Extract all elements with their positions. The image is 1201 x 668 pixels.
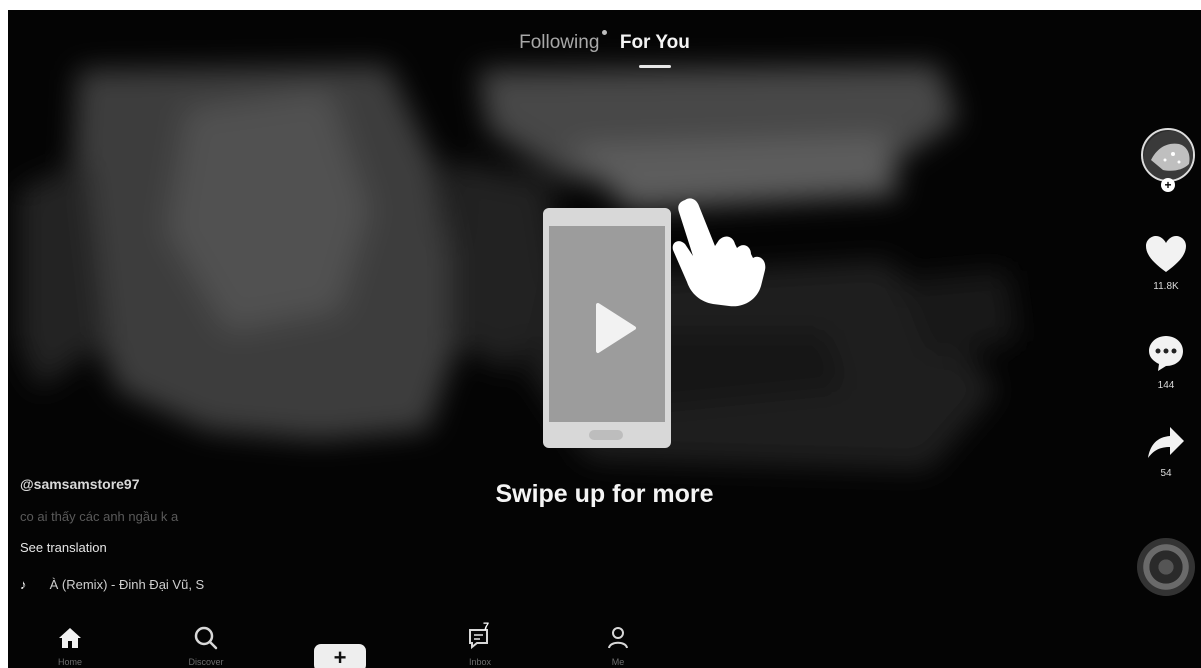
comment-icon <box>1149 336 1183 371</box>
creator-avatar[interactable] <box>1141 128 1195 182</box>
bottom-nav: Home Discover + 7 Inbox Me <box>8 616 668 668</box>
nav-inbox[interactable]: 7 Inbox <box>450 621 510 667</box>
comment-button[interactable]: 144 <box>1131 333 1201 391</box>
home-icon <box>59 628 81 648</box>
nav-home-label: Home <box>57 657 82 667</box>
music-disc-icon[interactable] <box>1137 538 1195 596</box>
search-icon <box>194 626 218 650</box>
swipe-up-instruction: Swipe up for more <box>495 480 714 508</box>
tab-following-label: Following <box>519 32 600 53</box>
hand-pointer-icon <box>672 198 766 307</box>
play-icon <box>596 303 636 353</box>
tab-for-you-label: For You <box>619 32 690 53</box>
comment-count: 144 <box>1157 380 1175 391</box>
music-info[interactable]: ♪ À (Remix) - Đinh Đại Vũ, S <box>20 577 204 592</box>
action-rail: + 11.8K 144 54 <box>1131 10 1201 668</box>
tab-following[interactable]: Following <box>519 30 608 54</box>
create-button[interactable]: + <box>314 644 366 668</box>
creator-username[interactable]: @samsamstore97 <box>20 476 140 492</box>
nav-me[interactable]: Me <box>588 626 648 667</box>
share-arrow-icon <box>1148 427 1184 458</box>
like-button[interactable]: 11.8K <box>1131 234 1201 292</box>
active-tab-indicator <box>638 65 671 68</box>
see-translation-link[interactable]: See translation <box>20 540 107 555</box>
app-screen: Following For You Swipe up for more + 11… <box>8 10 1201 668</box>
heart-icon <box>1146 236 1186 272</box>
feed-tabs: Following For You <box>8 30 1201 68</box>
phone-home-button <box>589 430 623 440</box>
follow-plus-icon[interactable]: + <box>1161 178 1175 192</box>
avatar-image <box>1144 131 1193 180</box>
inbox-count-badge: 7 <box>483 621 490 633</box>
following-notification-dot <box>602 30 608 35</box>
nav-discover[interactable]: Discover <box>176 626 236 667</box>
tab-for-you[interactable]: For You <box>619 32 690 68</box>
share-button[interactable]: 54 <box>1131 425 1201 479</box>
phone-screen <box>549 226 665 422</box>
nav-home[interactable]: Home <box>40 626 100 667</box>
profile-icon <box>608 627 628 649</box>
phone-icon <box>543 208 671 448</box>
video-caption: co ai thấy các anh ngầu k a <box>20 509 179 524</box>
nav-discover-label: Discover <box>188 657 224 667</box>
like-count: 11.8K <box>1153 281 1179 292</box>
nav-me-label: Me <box>611 657 625 667</box>
share-count: 54 <box>1160 468 1172 479</box>
nav-inbox-label: Inbox <box>468 657 492 667</box>
music-note-icon: ♪ <box>20 577 27 592</box>
music-title: À (Remix) - Đinh Đại Vũ, S <box>49 577 205 592</box>
